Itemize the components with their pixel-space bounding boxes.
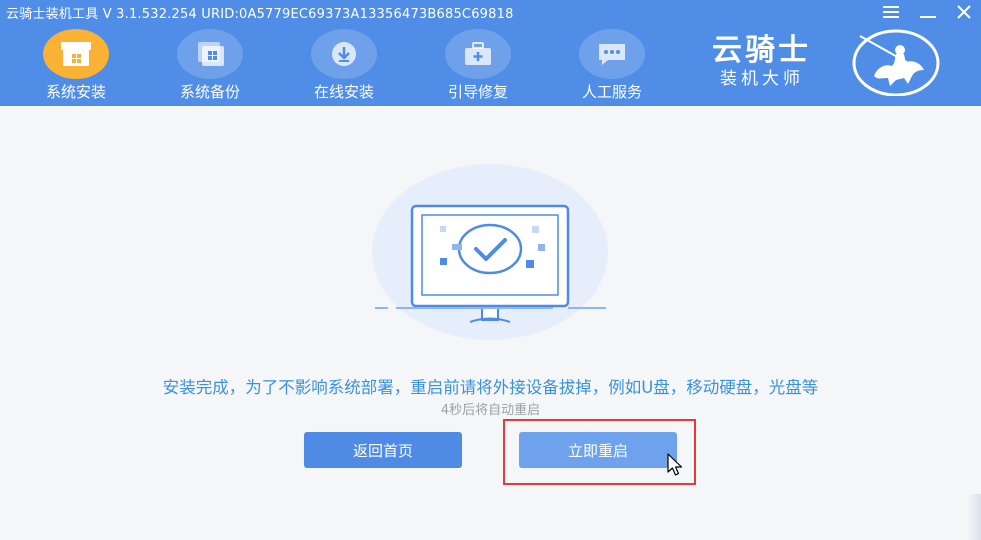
close-icon[interactable] xyxy=(949,0,979,24)
restart-now-button[interactable]: 立即重启 xyxy=(519,432,677,468)
nav-label: 系统备份 xyxy=(179,83,240,101)
menu-icon[interactable] xyxy=(876,0,906,24)
knight-horse-icon xyxy=(850,26,940,97)
backup-windows-icon xyxy=(177,29,243,79)
corner-glare xyxy=(967,494,981,540)
nav-item-system-backup[interactable]: 系统备份 xyxy=(165,28,255,102)
monitor-check-icon xyxy=(372,164,612,349)
back-home-button[interactable]: 返回首页 xyxy=(304,432,462,468)
nav-label: 在线安装 xyxy=(313,83,374,101)
main-content: 安装完成，为了不影响系统部署，重启前请将外接设备拔掉，例如U盘，移动硬盘，光盘等… xyxy=(0,106,981,540)
install-box-icon xyxy=(43,29,109,79)
nav-item-online-install[interactable]: 在线安装 xyxy=(299,28,389,102)
chat-icon xyxy=(579,29,645,79)
minimize-icon[interactable] xyxy=(913,0,943,24)
nav-label: 引导修复 xyxy=(447,83,508,101)
nav-item-manual-service[interactable]: 人工服务 xyxy=(567,28,657,102)
app-header: 云骑士装机工具 V 3.1.532.254 URID:0A5779EC69373… xyxy=(0,0,981,106)
nav-item-system-install[interactable]: 系统安装 xyxy=(31,28,121,102)
install-complete-message: 安装完成，为了不影响系统部署，重启前请将外接设备拔掉，例如U盘，移动硬盘，光盘等 xyxy=(162,378,819,397)
nav-item-boot-repair[interactable]: 引导修复 xyxy=(433,28,523,102)
window-title: 云骑士装机工具 V 3.1.532.254 URID:0A5779EC69373… xyxy=(6,7,514,22)
mouse-cursor-icon xyxy=(667,453,685,477)
restart-countdown: 4秒后将自动重启 xyxy=(440,403,541,418)
brand-logo: 云骑士 装机大师 xyxy=(712,34,842,90)
download-icon xyxy=(311,29,377,79)
brand-name: 云骑士 xyxy=(712,33,811,68)
nav-label: 系统安装 xyxy=(45,83,106,101)
toolbox-icon xyxy=(445,29,511,79)
brand-subtitle: 装机大师 xyxy=(720,69,804,89)
nav-label: 人工服务 xyxy=(581,83,642,101)
